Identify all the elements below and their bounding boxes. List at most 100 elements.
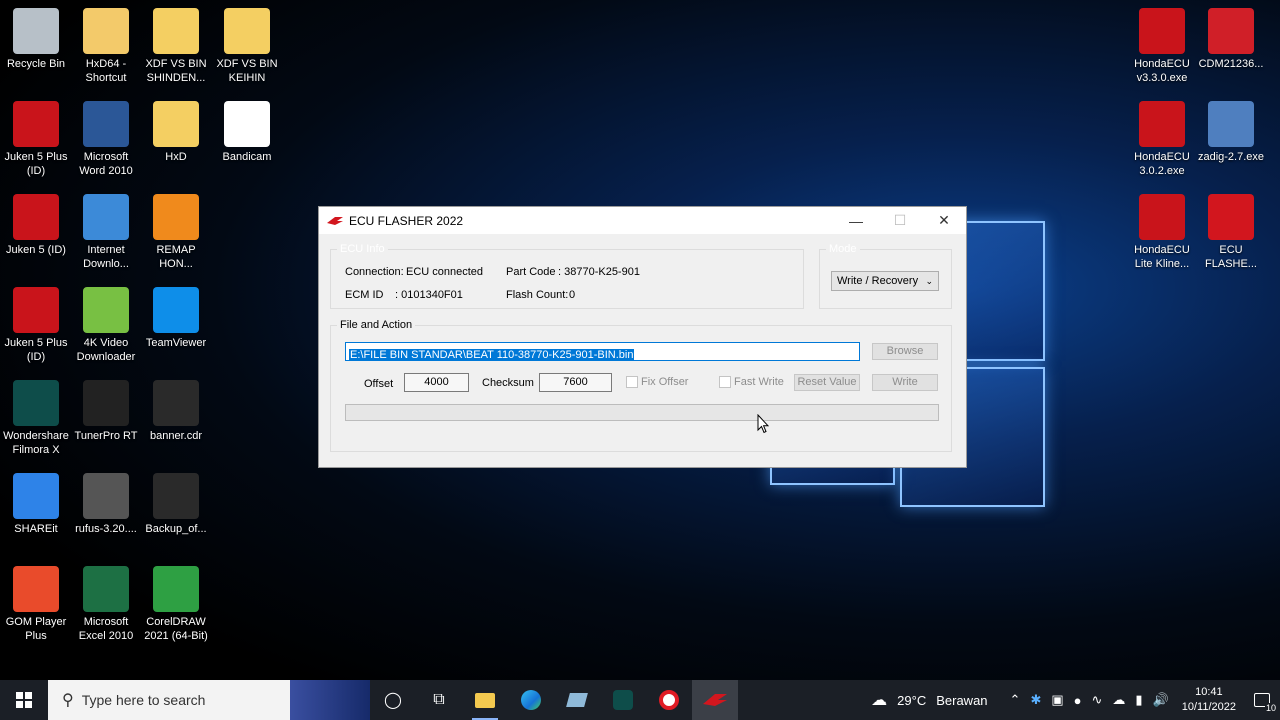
start-button[interactable]: [0, 680, 48, 720]
chip-icon: [83, 380, 129, 426]
desktop-icon[interactable]: GOM Player Plus: [0, 566, 72, 643]
mode-legend: Mode: [826, 243, 860, 255]
taskbar: ⚲ Type here to search ◯ ⧉ ☁ 29°C Berawan…: [0, 680, 1280, 720]
title-bar[interactable]: ECU FLASHER 2022 — ☐ ✕: [319, 207, 966, 234]
maximize-button[interactable]: ☐: [878, 207, 922, 234]
desktop-icon-label: XDF VS BIN SHINDEN...: [145, 58, 207, 84]
desktop-icon[interactable]: XDF VS BIN KEIHIN: [211, 8, 283, 85]
volume-icon[interactable]: 🔊: [1148, 692, 1174, 708]
teamviewer-icon: [153, 287, 199, 333]
desktop-icon[interactable]: Internet Downlo...: [70, 194, 142, 271]
desktop-icon[interactable]: XDF VS BIN SHINDEN...: [140, 8, 212, 85]
desktop-icon[interactable]: SHAREit: [0, 473, 72, 536]
battery-icon[interactable]: ▮: [1130, 692, 1147, 708]
coreldraw-icon: [153, 566, 199, 612]
file-action-legend: File and Action: [337, 319, 416, 331]
desktop-icon[interactable]: REMAP HON...: [140, 194, 212, 271]
bandicam-icon[interactable]: [646, 680, 692, 720]
desktop-icon-label: Backup_of...: [145, 523, 207, 535]
ecm-id-value: : 0101340F01: [395, 289, 463, 301]
desktop-icon[interactable]: rufus-3.20....: [70, 473, 142, 536]
cortana-icon[interactable]: ◯: [370, 680, 416, 720]
microphone-icon[interactable]: ●: [1069, 693, 1087, 708]
checksum-field[interactable]: 7600: [539, 373, 612, 392]
desktop-icon[interactable]: HxD: [140, 101, 212, 164]
filmora-icon[interactable]: [600, 680, 646, 720]
desktop-icon-label: ECU FLASHE...: [1205, 244, 1257, 270]
write-button[interactable]: Write: [872, 374, 938, 391]
desktop-icon-label: TeamViewer: [145, 337, 207, 349]
minimize-button[interactable]: —: [834, 207, 878, 234]
desktop-icon[interactable]: Juken 5 Plus (ID): [0, 101, 72, 178]
folder-icon: [153, 8, 199, 54]
desktop-icon[interactable]: Microsoft Word 2010: [70, 101, 142, 178]
desktop-icon-label: HondaECU v3.3.0.exe: [1134, 58, 1190, 84]
app-icon[interactable]: [554, 680, 600, 720]
cloud-weather-icon[interactable]: ☁: [866, 690, 892, 710]
notification-center-button[interactable]: 10: [1244, 693, 1280, 713]
mode-dropdown[interactable]: Write / Recovery ⌄: [831, 271, 939, 291]
desktop-icon[interactable]: TeamViewer: [140, 287, 212, 350]
mode-selected: Write / Recovery: [837, 275, 919, 287]
weather-text[interactable]: Berawan: [931, 693, 992, 708]
close-button[interactable]: ✕: [922, 207, 966, 234]
offset-label: Offset: [364, 378, 394, 390]
edge-icon[interactable]: [508, 680, 554, 720]
chevron-up-icon[interactable]: ⌃: [1005, 692, 1026, 708]
desktop-icon[interactable]: HxD64 - Shortcut: [70, 8, 142, 85]
desktop-icon[interactable]: Bandicam: [211, 101, 283, 164]
idm-icon: [83, 194, 129, 240]
notification-icon: 10: [1254, 693, 1277, 713]
ecu-flasher-taskbar-icon[interactable]: [692, 680, 738, 720]
fix-offset-label: Fix Offser: [641, 376, 689, 388]
bandicam-icon: [224, 101, 270, 147]
reset-value-button[interactable]: Reset Value: [794, 374, 860, 391]
desktop-icon[interactable]: CorelDRAW 2021 (64-Bit): [140, 566, 212, 643]
fast-write-checkbox[interactable]: Fast Write: [719, 376, 784, 388]
shareit-icon: [13, 473, 59, 519]
desktop-icon-label: Microsoft Word 2010: [79, 151, 133, 177]
desktop-icon[interactable]: TunerPro RT: [70, 380, 142, 443]
remap-icon: [153, 194, 199, 240]
browse-button[interactable]: Browse: [872, 343, 938, 360]
fix-offset-checkbox[interactable]: Fix Offser: [626, 376, 688, 388]
desktop-icon[interactable]: ECU FLASHE...: [1195, 194, 1267, 271]
file-explorer-icon[interactable]: [462, 680, 508, 720]
bluetooth-icon[interactable]: ✱: [1025, 692, 1046, 708]
folder-icon: [153, 101, 199, 147]
ecm-id-label: ECM ID: [345, 289, 384, 301]
onedrive-icon[interactable]: ☁: [1107, 692, 1130, 708]
desktop-icon-label: Wondershare Filmora X: [3, 430, 69, 456]
weather-temp[interactable]: 29°C: [892, 693, 931, 708]
cdr-file-icon: [153, 380, 199, 426]
taskbar-search-box[interactable]: ⚲ Type here to search: [48, 680, 370, 720]
wifi-icon[interactable]: ∿: [1087, 692, 1108, 708]
desktop-icon[interactable]: Backup_of...: [140, 473, 212, 536]
file-path-input[interactable]: E:\FILE BIN STANDAR\BEAT 110-38770-K25-9…: [345, 342, 860, 361]
honda-wing-icon: [327, 216, 343, 225]
desktop-icon[interactable]: Microsoft Excel 2010: [70, 566, 142, 643]
desktop-icon[interactable]: HondaECU 3.0.2.exe: [1126, 101, 1198, 178]
window-title: ECU FLASHER 2022: [349, 213, 464, 228]
task-view-icon[interactable]: ⧉: [416, 680, 462, 720]
desktop-icon[interactable]: HondaECU Lite Kline...: [1126, 194, 1198, 271]
gom-icon: [13, 566, 59, 612]
brt-icon: [13, 101, 59, 147]
tray-app-icon[interactable]: ▣: [1046, 692, 1068, 708]
desktop-icon[interactable]: Wondershare Filmora X: [0, 380, 72, 457]
desktop-icon[interactable]: banner.cdr: [140, 380, 212, 443]
desktop-icon-label: SHAREit: [14, 523, 58, 535]
flash-count-value: 0: [569, 289, 576, 301]
desktop-icon-label: XDF VS BIN KEIHIN: [216, 58, 278, 84]
desktop-icon[interactable]: HondaECU v3.3.0.exe: [1126, 8, 1198, 85]
desktop-icon[interactable]: Juken 5 Plus (ID): [0, 287, 72, 364]
desktop-icon[interactable]: zadig-2.7.exe: [1195, 101, 1267, 164]
desktop-icon[interactable]: 4K Video Downloader: [70, 287, 142, 364]
desktop-icon-label: 4K Video Downloader: [76, 337, 136, 363]
desktop-icon[interactable]: Juken 5 (ID): [0, 194, 72, 257]
desktop-icon[interactable]: CDM21236...: [1195, 8, 1267, 71]
desktop-icon[interactable]: Recycle Bin: [0, 8, 72, 71]
clock[interactable]: 10:41 10/11/2022: [1174, 685, 1244, 715]
connection-value: ECU connected: [406, 266, 484, 278]
offset-field[interactable]: 4000: [404, 373, 469, 392]
